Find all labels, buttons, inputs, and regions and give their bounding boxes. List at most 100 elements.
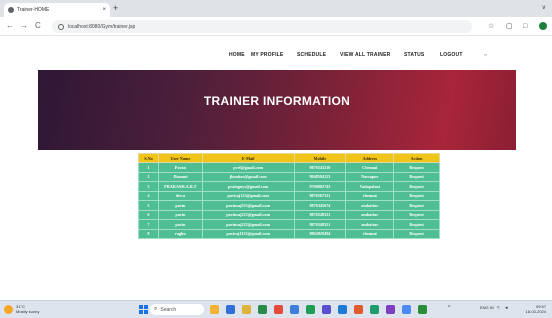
cell-username: pavin (157, 209, 203, 220)
windows-start-icon[interactable] (139, 305, 148, 314)
nav-my-profile[interactable]: MY PROFILE (251, 52, 283, 58)
cell-mobile: 9894929494 (293, 228, 347, 239)
cell-sno: 8 (138, 228, 159, 239)
taskbar: 31°C Mostly sunny ⌕ Search ^ ENG IN ≈ ◂ … (0, 300, 552, 318)
cell-address: chennai (345, 190, 395, 201)
cell-sno: 5 (138, 200, 159, 211)
cell-sno: 2 (138, 171, 159, 182)
tab-title: Trainer-HOME (17, 7, 50, 13)
taskbar-app-icon[interactable] (274, 305, 283, 314)
taskbar-search[interactable]: ⌕ Search (150, 304, 204, 315)
cell-username: pavin (157, 219, 203, 230)
system-clock[interactable]: 09:57 18-03-2024 (526, 304, 546, 314)
cursor-icon: ⇔ (483, 52, 489, 58)
taskbar-app-icon[interactable] (370, 305, 379, 314)
site-navbar: HOME MY PROFILE SCHEDULE VIEW ALL TRAINE… (0, 36, 552, 70)
cell-address: chennai (345, 228, 395, 239)
cell-address: Chennai (345, 162, 395, 173)
taskbar-app-icon[interactable] (226, 305, 235, 314)
request-link[interactable]: Request (393, 219, 440, 230)
reload-icon[interactable]: C (35, 21, 41, 31)
profile-avatar[interactable] (539, 22, 547, 30)
nav-status[interactable]: STATUS (404, 52, 424, 58)
nav-view-all-trainer[interactable]: VIEW ALL TRAINER (340, 52, 390, 58)
table-row: 1 Pavan pvel@gmail.com 9876543210 Chenna… (138, 162, 440, 173)
cell-email: pavisaj123@gmail.com (201, 190, 295, 201)
table-row: 5 pavin pavinsaj555@gmail.com 9876345674… (138, 200, 440, 211)
cell-mobile: 9876567321 (293, 190, 347, 201)
taskbar-app-icon[interactable] (338, 305, 347, 314)
wifi-icon[interactable]: ≈ (497, 305, 500, 311)
weather-text: 31°C Mostly sunny (16, 304, 39, 314)
taskbar-app-icon[interactable] (210, 305, 219, 314)
taskbar-app-icon[interactable] (386, 305, 395, 314)
language-indicator[interactable]: ENG IN (480, 305, 494, 310)
page-title: TRAINER INFORMATION (203, 94, 351, 108)
column-header-sno: S.No (138, 153, 159, 163)
weather-desc: Mostly sunny (16, 309, 40, 314)
nav-home[interactable]: HOME (229, 52, 245, 58)
cell-address: Narsapur (345, 171, 395, 182)
volume-icon[interactable]: ◂ (505, 305, 508, 311)
column-header-mobile: Mobile (293, 153, 347, 163)
url-text[interactable]: localhost:8080/Gym/trainer.jsp (68, 24, 135, 30)
close-icon[interactable]: × (102, 7, 106, 13)
side-panel-icon[interactable]: ▢ (506, 22, 513, 31)
bookmark-star-icon[interactable]: ☆ (488, 22, 494, 31)
address-bar[interactable]: localhost:8080/Gym/trainer.jsp (52, 20, 472, 33)
tab-search-icon[interactable]: ∨ (542, 4, 546, 11)
cell-address: ambattur (345, 200, 395, 211)
tray-chevron-icon[interactable]: ^ (448, 305, 450, 311)
taskbar-app-icon[interactable] (322, 305, 331, 314)
table-row: 2 Jhanani jhanitar@gmail.com 9948594123 … (138, 171, 440, 182)
cell-username: raghu (157, 228, 203, 239)
cell-email: paviraj1122@gmail.com (201, 228, 295, 239)
forward-icon[interactable]: → (20, 21, 28, 31)
taskbar-app-icon[interactable] (290, 305, 299, 314)
taskbar-app-icon[interactable] (306, 305, 315, 314)
column-header-action: Action (393, 153, 440, 163)
cell-mobile: 9876543210 (293, 162, 347, 173)
request-link[interactable]: Request (393, 181, 440, 192)
cell-mobile: 9700002743 (293, 181, 347, 192)
cell-sno: 3 (138, 181, 159, 192)
table-row: 7 pavin pavinsaj222@gmail.com 9876548321… (138, 219, 440, 230)
request-link[interactable]: Request (393, 162, 440, 173)
request-link[interactable]: Request (393, 209, 440, 220)
taskbar-app-icon[interactable] (354, 305, 363, 314)
cell-username: Jhanani (157, 171, 203, 182)
taskbar-app-icon[interactable] (258, 305, 267, 314)
cell-username: Pavan (157, 162, 203, 173)
taskbar-app-icon[interactable] (418, 305, 427, 314)
request-link[interactable]: Request (393, 228, 440, 239)
site-info-icon[interactable] (58, 23, 64, 30)
cell-mobile: 9876345674 (293, 200, 347, 211)
back-icon[interactable]: ← (6, 21, 14, 31)
nav-logout[interactable]: LOGOUT (440, 52, 463, 58)
cell-email: pavinsaj222@gmail.com (201, 219, 295, 230)
request-link[interactable]: Request (393, 200, 440, 211)
cell-username: dewa (157, 190, 203, 201)
cell-sno: 7 (138, 219, 159, 230)
cell-username: pavin (157, 200, 203, 211)
taskbar-app-icon[interactable] (402, 305, 411, 314)
cell-email: jhanitar@gmail.com (201, 171, 295, 182)
window-icon[interactable]: □ (523, 22, 527, 31)
request-link[interactable]: Request (393, 190, 440, 201)
table-row: 3 PRAKASH.A.R.T prainguys@gmail.com 9700… (138, 181, 440, 192)
cell-email: pavinsaj555@gmail.com (201, 200, 295, 211)
new-tab-button[interactable]: + (113, 3, 118, 14)
column-header-username: User Name (157, 153, 203, 163)
browser-tab[interactable]: Trainer-HOME × (4, 3, 110, 17)
taskbar-app-icon[interactable] (242, 305, 251, 314)
request-link[interactable]: Request (393, 171, 440, 182)
weather-widget[interactable]: 31°C Mostly sunny (4, 304, 39, 314)
sun-icon (4, 304, 13, 314)
browser-toolbar: ← → C localhost:8080/Gym/trainer.jsp ☆ ▢… (0, 17, 552, 36)
cell-mobile: 9948594123 (293, 171, 347, 182)
nav-schedule[interactable]: SCHEDULE (297, 52, 326, 58)
cell-username: PRAKASH.A.R.T (157, 181, 203, 192)
table-header-row: S.No User Name E-Mail Mobile Address Act… (138, 153, 440, 163)
table-row: 4 dewa pavisaj123@gmail.com 9876567321 c… (138, 190, 440, 201)
cell-mobile: 9876548321 (293, 219, 347, 230)
